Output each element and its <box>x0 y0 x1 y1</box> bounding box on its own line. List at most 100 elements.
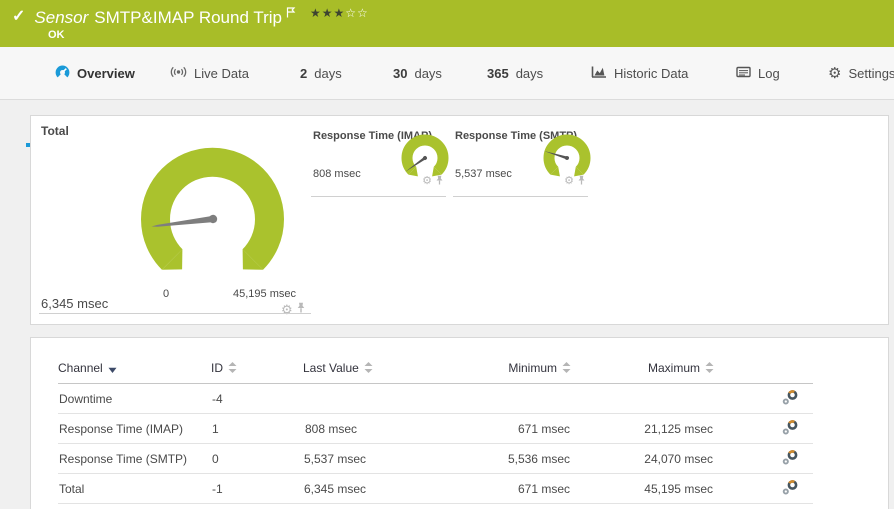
tab-overview[interactable]: Overview <box>55 47 135 99</box>
tab-365-days-label: days <box>515 65 544 81</box>
tab-2-days[interactable]: 2 days <box>300 47 342 99</box>
gauge-settings-gear-icon[interactable]: ⚙ <box>564 175 574 187</box>
total-card-divider <box>39 313 311 314</box>
table-row[interactable]: Downtime -4 <box>58 383 813 414</box>
tab-historic-data[interactable]: Historic Data <box>591 47 688 99</box>
cell-id: 0 <box>211 443 303 474</box>
cell-id: 1 <box>211 413 303 444</box>
tab-settings[interactable]: ⚙ Settings <box>828 47 894 99</box>
total-gauge-scale-min: 0 <box>162 288 170 300</box>
column-header-id-label: ID <box>211 361 223 375</box>
tab-log[interactable]: Log <box>736 47 780 99</box>
cell-maximum: 21,125 msec <box>571 413 714 444</box>
total-gauge[interactable] <box>136 143 291 293</box>
smtp-gauge-value: 5,537 msec <box>455 168 512 180</box>
gauge-pin-icon[interactable] <box>296 300 306 318</box>
column-header-last-value[interactable]: Last Value <box>303 361 373 384</box>
smtp-gauge-card[interactable]: Response Time (SMTP) 5,537 msec ⚙ <box>453 128 591 197</box>
column-header-actions <box>714 361 813 384</box>
total-gauge-scale-max: 45,195 msec <box>233 288 296 300</box>
cell-minimum: 5,536 msec <box>358 443 571 474</box>
sensor-kind-label: Sensor <box>34 8 89 27</box>
star-empty-icon[interactable]: ☆ <box>357 6 369 20</box>
sort-both-icon <box>364 362 373 376</box>
table-row[interactable]: Response Time (IMAP) 1 808 msec 671 msec… <box>58 413 813 444</box>
star-filled-icon[interactable]: ★ <box>322 6 334 20</box>
live-data-icon <box>170 66 187 81</box>
table-row[interactable]: Response Time (SMTP) 0 5,537 msec 5,536 … <box>58 443 813 474</box>
cell-minimum: 671 msec <box>358 413 571 444</box>
star-empty-icon[interactable]: ☆ <box>345 6 357 20</box>
table-header-row: Channel ID Last Value Minimum Maximum <box>58 361 813 384</box>
status-check-icon: ✓ <box>12 8 26 25</box>
gauge-pin-icon[interactable] <box>435 172 444 190</box>
column-header-minimum[interactable]: Minimum <box>358 361 571 384</box>
total-gauge-label: Total <box>41 124 69 138</box>
tab-365-days[interactable]: 365 days <box>487 47 543 99</box>
status-badge: OK <box>48 29 65 41</box>
column-header-maximum[interactable]: Maximum <box>571 361 714 384</box>
column-header-channel[interactable]: Channel <box>58 361 211 384</box>
column-header-id[interactable]: ID <box>211 361 303 384</box>
historic-chart-icon <box>591 65 607 81</box>
imap-gauge-value: 808 msec <box>313 168 361 180</box>
edit-channel-icon[interactable] <box>782 449 799 468</box>
cell-last-value <box>303 383 358 414</box>
priority-stars[interactable]: ★★★☆☆ <box>310 6 369 20</box>
sensor-title: SMTP&IMAP Round Trip <box>94 8 282 27</box>
channel-table: Channel ID Last Value Minimum Maximum Do… <box>58 361 813 504</box>
edit-channel-icon[interactable] <box>782 389 799 408</box>
cell-minimum: 671 msec <box>358 473 571 504</box>
tab-log-label: Log <box>758 65 780 81</box>
cell-channel: Total <box>58 473 211 504</box>
log-icon <box>736 66 751 81</box>
star-filled-icon[interactable]: ★ <box>310 6 322 20</box>
column-header-channel-label: Channel <box>58 361 103 375</box>
cell-last-value: 808 msec <box>303 413 358 444</box>
tab-365-days-number: 365 <box>487 65 509 81</box>
tab-30-days[interactable]: 30 days <box>393 47 442 99</box>
prtg-sensor-page: ✓ Sensor SMTP&IMAP Round Trip ★★★☆☆ OK O… <box>0 0 894 509</box>
cell-minimum <box>358 383 571 414</box>
priority-flag-icon[interactable] <box>286 5 296 23</box>
sort-both-icon <box>562 362 571 376</box>
tab-2-days-label: days <box>314 65 342 81</box>
sort-both-icon <box>705 362 714 376</box>
tab-2-days-number: 2 <box>300 65 308 81</box>
tab-bar: Overview Live Data 2 days 30 days 365 da… <box>0 47 894 147</box>
edit-channel-icon[interactable] <box>782 479 799 498</box>
imap-gauge-card[interactable]: Response Time (IMAP) 808 msec ⚙ <box>311 128 449 197</box>
gauge-pin-icon[interactable] <box>577 172 586 190</box>
column-header-last-value-label: Last Value <box>303 361 359 375</box>
sort-desc-icon <box>108 362 117 376</box>
gear-icon: ⚙ <box>828 64 842 82</box>
cell-maximum: 24,070 msec <box>571 443 714 474</box>
total-gauge-value: 6,345 msec <box>41 296 109 311</box>
tab-live-data[interactable]: Live Data <box>170 47 249 99</box>
sort-both-icon <box>228 362 237 376</box>
column-header-maximum-label: Maximum <box>647 361 700 375</box>
gauge-icon <box>55 65 70 82</box>
star-filled-icon[interactable]: ★ <box>334 6 346 20</box>
cell-channel: Response Time (SMTP) <box>58 443 211 474</box>
cell-maximum: 45,195 msec <box>571 473 714 504</box>
gauges-panel: Total 0 45,195 msec 6,345 msec ⚙ Respons… <box>30 115 889 325</box>
column-header-minimum-label: Minimum <box>508 361 557 375</box>
sensor-status-header: ✓ Sensor SMTP&IMAP Round Trip ★★★☆☆ OK <box>0 0 894 47</box>
tab-live-data-label: Live Data <box>194 65 249 81</box>
cell-channel: Response Time (IMAP) <box>58 413 211 444</box>
tab-settings-label: Settings <box>848 65 894 81</box>
cell-id: -4 <box>211 383 303 414</box>
channels-panel: Channel ID Last Value Minimum Maximum Do… <box>30 337 889 509</box>
tab-overview-label: Overview <box>77 65 135 81</box>
tab-historic-data-label: Historic Data <box>614 65 689 81</box>
cell-id: -1 <box>211 473 303 504</box>
cell-last-value: 5,537 msec <box>303 443 366 474</box>
tab-30-days-number: 30 <box>393 65 408 81</box>
table-row[interactable]: Total -1 6,345 msec 671 msec 45,195 msec <box>58 473 813 504</box>
cell-maximum <box>571 383 714 414</box>
gauge-settings-gear-icon[interactable]: ⚙ <box>422 175 432 187</box>
cell-channel: Downtime <box>58 383 211 414</box>
cell-last-value: 6,345 msec <box>303 473 366 504</box>
edit-channel-icon[interactable] <box>782 419 799 438</box>
